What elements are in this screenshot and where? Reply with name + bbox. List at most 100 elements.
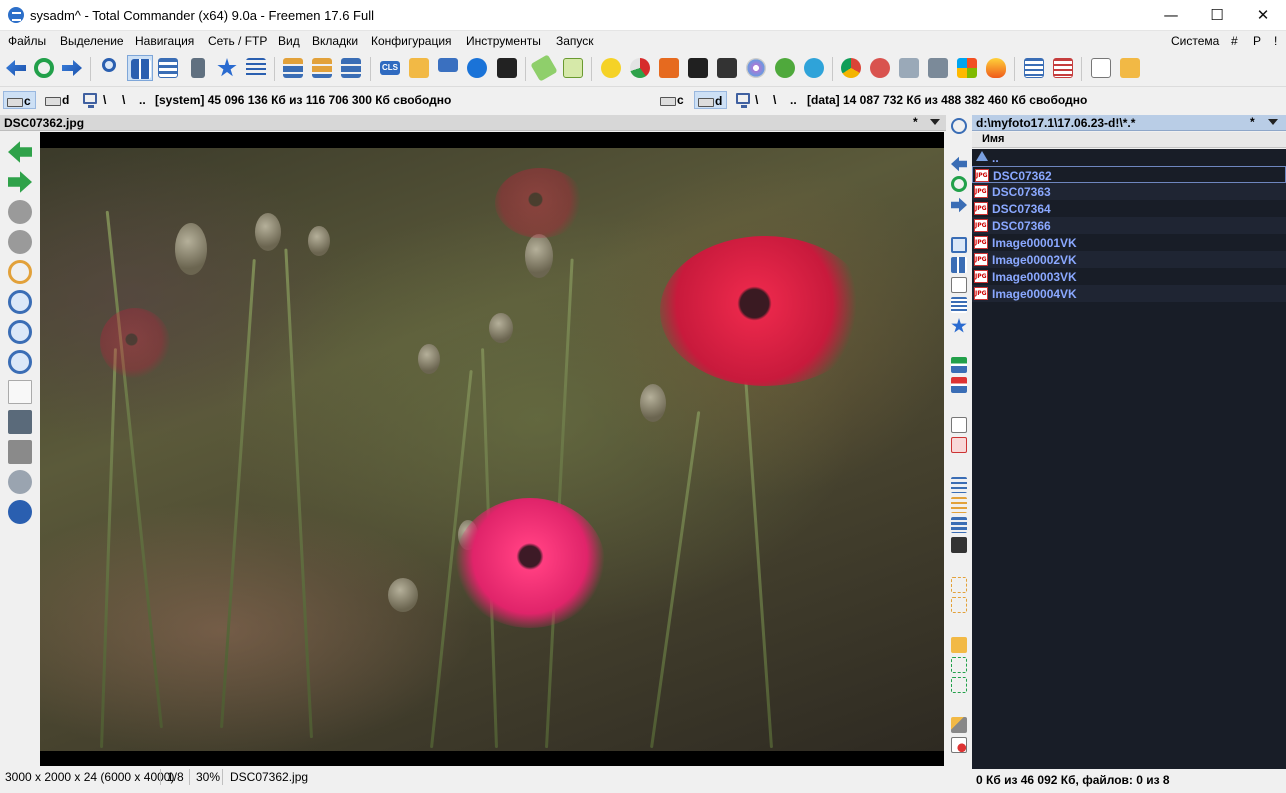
mid-tree-icon[interactable] bbox=[951, 477, 967, 493]
forward-icon[interactable] bbox=[59, 55, 85, 81]
windows-icon[interactable] bbox=[954, 55, 980, 81]
mid-list-icon[interactable] bbox=[951, 297, 967, 313]
teamviewer-icon[interactable] bbox=[464, 55, 490, 81]
mid-thumbs-icon[interactable] bbox=[951, 257, 967, 273]
brief-view-icon[interactable] bbox=[155, 55, 181, 81]
menu-view[interactable]: Вид bbox=[278, 34, 300, 48]
right-panel-path-bar[interactable]: d:\myfoto17.1\17.06.23-d!\*.* * bbox=[972, 115, 1286, 131]
right-up-button[interactable]: .. bbox=[790, 93, 797, 107]
menu-system[interactable]: Система bbox=[1171, 34, 1219, 48]
cleaner-icon[interactable] bbox=[867, 55, 893, 81]
list-item[interactable]: DSC07364 bbox=[972, 200, 1286, 217]
mid-tree2-icon[interactable] bbox=[951, 497, 967, 513]
tree-right-icon[interactable] bbox=[338, 55, 364, 81]
settings-gear-icon[interactable] bbox=[8, 470, 32, 494]
mid-edit-icon[interactable] bbox=[951, 277, 967, 293]
menu-files[interactable]: Файлы bbox=[8, 34, 46, 48]
photo-editor-icon[interactable] bbox=[656, 55, 682, 81]
mid-forward-icon[interactable] bbox=[951, 197, 967, 213]
left-root-button-2[interactable]: \ bbox=[122, 93, 125, 107]
quick-search-icon[interactable] bbox=[951, 118, 967, 134]
prev-image-icon[interactable] bbox=[8, 141, 32, 163]
left-drive-c[interactable]: c bbox=[3, 91, 36, 109]
close-button[interactable]: ✕ bbox=[1240, 0, 1286, 31]
network-drive-icon[interactable] bbox=[83, 93, 97, 108]
list-item[interactable]: Image00001VK bbox=[972, 234, 1286, 251]
mid-remove-icon[interactable] bbox=[951, 377, 967, 393]
image-viewer[interactable] bbox=[40, 132, 944, 766]
folder-icon[interactable] bbox=[406, 55, 432, 81]
chart-icon[interactable] bbox=[627, 55, 653, 81]
menu-p[interactable]: P bbox=[1253, 34, 1261, 48]
column-name[interactable]: Имя bbox=[982, 133, 1004, 145]
maximize-button[interactable]: ☐ bbox=[1194, 0, 1240, 31]
search-files-icon[interactable] bbox=[99, 55, 125, 81]
mid-add-icon[interactable] bbox=[951, 357, 967, 373]
rotate-icon[interactable] bbox=[8, 260, 32, 284]
right-root-button[interactable]: \ bbox=[755, 93, 758, 107]
list-item[interactable]: Image00003VK bbox=[972, 268, 1286, 285]
archive-icon[interactable] bbox=[896, 55, 922, 81]
left-history-dropdown-icon[interactable] bbox=[930, 119, 940, 125]
tree-both-icon[interactable] bbox=[309, 55, 335, 81]
right-drive-c[interactable]: c bbox=[657, 91, 688, 109]
menu-selection[interactable]: Выделение bbox=[60, 34, 124, 48]
mid-view-icon[interactable] bbox=[951, 237, 967, 253]
fire-icon[interactable] bbox=[983, 55, 1009, 81]
zoom-fit-icon[interactable] bbox=[8, 320, 32, 344]
mid-delete-icon[interactable] bbox=[951, 737, 967, 753]
system-tools-icon[interactable] bbox=[925, 55, 951, 81]
telegram-icon[interactable] bbox=[801, 55, 827, 81]
save-icon[interactable] bbox=[8, 410, 32, 434]
mid-new-folder-icon[interactable] bbox=[951, 637, 967, 653]
mid-wand-icon[interactable] bbox=[951, 717, 967, 733]
right-root-button-2[interactable]: \ bbox=[773, 93, 776, 107]
mid-refresh-icon[interactable] bbox=[951, 176, 967, 192]
right-network-drive-icon[interactable] bbox=[736, 93, 750, 108]
mid-select-all-icon[interactable] bbox=[951, 657, 967, 673]
right-history-dropdown-icon[interactable] bbox=[1268, 119, 1278, 125]
notepad-icon[interactable] bbox=[530, 54, 558, 82]
minimize-button[interactable]: — bbox=[1148, 0, 1194, 31]
menu-tools[interactable]: Инструменты bbox=[466, 34, 541, 48]
mid-invert-icon[interactable] bbox=[951, 677, 967, 693]
mid-terminal-icon[interactable] bbox=[951, 537, 967, 553]
favorites-icon[interactable] bbox=[214, 55, 240, 81]
grid-view-icon[interactable] bbox=[1050, 55, 1076, 81]
copy-page-icon[interactable] bbox=[8, 380, 32, 404]
menu-configuration[interactable]: Конфигурация bbox=[371, 34, 452, 48]
menu-navigation[interactable]: Навигация bbox=[135, 34, 194, 48]
right-drive-d[interactable]: d bbox=[694, 91, 728, 109]
print-icon[interactable] bbox=[8, 440, 32, 464]
mid-back-icon[interactable] bbox=[951, 156, 967, 172]
mid-favorites-icon[interactable] bbox=[951, 318, 967, 333]
thumbnails-view-icon[interactable] bbox=[127, 55, 153, 81]
left-tab-star[interactable]: * bbox=[913, 115, 918, 129]
next-image-icon[interactable] bbox=[8, 171, 32, 193]
left-up-button[interactable]: .. bbox=[139, 93, 146, 107]
mpc-icon[interactable] bbox=[714, 55, 740, 81]
column-header[interactable]: Имя bbox=[972, 132, 1286, 148]
info-icon[interactable] bbox=[8, 500, 32, 524]
editor-icon[interactable] bbox=[560, 55, 586, 81]
list-item[interactable]: Image00004VK bbox=[972, 285, 1286, 302]
menu-exclaim[interactable]: ! bbox=[1274, 34, 1277, 48]
refresh-icon[interactable] bbox=[31, 55, 57, 81]
pdf-icon[interactable] bbox=[598, 55, 624, 81]
mid-deselect-icon[interactable] bbox=[951, 597, 967, 613]
right-tab-star[interactable]: * bbox=[1250, 115, 1255, 129]
first-image-icon[interactable] bbox=[8, 200, 32, 224]
utorrent-icon[interactable] bbox=[772, 55, 798, 81]
new-file-icon[interactable] bbox=[1088, 55, 1114, 81]
list-item[interactable]: Image00002VK bbox=[972, 251, 1286, 268]
tree-left-icon[interactable] bbox=[280, 55, 306, 81]
mid-copy-icon[interactable] bbox=[951, 417, 967, 433]
list-item[interactable]: DSC07363 bbox=[972, 183, 1286, 200]
back-icon[interactable] bbox=[3, 55, 29, 81]
zoom-in-icon[interactable] bbox=[8, 290, 32, 314]
menu-hash[interactable]: # bbox=[1231, 34, 1238, 48]
chrome-icon[interactable] bbox=[838, 55, 864, 81]
mid-select-icon[interactable] bbox=[951, 577, 967, 593]
mid-paste-icon[interactable] bbox=[951, 437, 967, 453]
left-root-button[interactable]: \ bbox=[103, 93, 106, 107]
